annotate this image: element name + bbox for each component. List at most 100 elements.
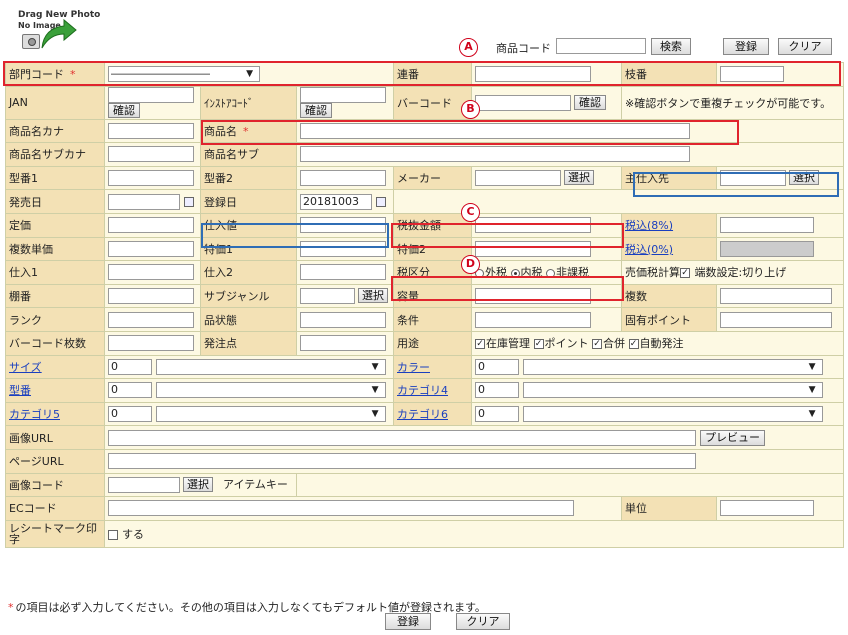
category6-select[interactable]: ▼ bbox=[522, 406, 823, 423]
branch-input[interactable] bbox=[720, 66, 784, 83]
special1-input[interactable] bbox=[300, 240, 386, 257]
image-code-label: 画像コード bbox=[5, 472, 105, 498]
category4-select[interactable]: ▼ bbox=[522, 382, 823, 399]
barcode-input[interactable] bbox=[475, 94, 571, 111]
receipt-mark-do-label: する bbox=[122, 527, 144, 541]
order-point-input[interactable] bbox=[300, 335, 386, 352]
usage-checkbox-auto-order[interactable]: ✓ bbox=[628, 339, 639, 350]
preview-button[interactable]: プレビュー bbox=[700, 429, 765, 446]
usage-checkbox-merge[interactable]: ✓ bbox=[592, 339, 602, 350]
tax-internal-radio[interactable] bbox=[510, 268, 520, 278]
terms-input[interactable] bbox=[475, 311, 591, 328]
category4-code-input[interactable]: 0 bbox=[475, 382, 519, 399]
model1-input[interactable] bbox=[108, 170, 194, 187]
fixed-points-input[interactable] bbox=[720, 311, 832, 328]
usage-checkbox-point[interactable]: ✓ bbox=[533, 339, 544, 350]
register-date-input[interactable]: 20181003 bbox=[300, 193, 372, 210]
search-button[interactable]: 検索 bbox=[651, 38, 691, 55]
size-code-input[interactable]: 0 bbox=[108, 358, 152, 375]
barcode-confirm-button[interactable]: 確認 bbox=[574, 94, 606, 110]
color-link[interactable]: カラー bbox=[393, 354, 472, 380]
image-code-input[interactable] bbox=[108, 477, 180, 494]
serial-input[interactable] bbox=[475, 66, 591, 83]
multi-price-input[interactable] bbox=[108, 240, 194, 257]
cost-price-label: 仕入値 bbox=[200, 212, 297, 238]
chevron-down-icon: ▼ bbox=[808, 409, 816, 420]
usage-checkbox-stock[interactable]: ✓ bbox=[475, 339, 485, 350]
color-code-input[interactable]: 0 bbox=[475, 358, 519, 375]
top-clear-button[interactable]: クリア bbox=[778, 38, 832, 55]
size-link[interactable]: サイズ bbox=[5, 354, 105, 380]
category6-code-input[interactable]: 0 bbox=[475, 406, 519, 423]
image-url-input[interactable] bbox=[108, 429, 696, 446]
clear-button[interactable]: クリア bbox=[456, 613, 510, 630]
model-link[interactable]: 型番 bbox=[5, 378, 105, 403]
receipt-mark-checkbox[interactable] bbox=[108, 529, 118, 540]
calendar-icon[interactable] bbox=[376, 196, 386, 207]
category4-link[interactable]: カテゴリ4 bbox=[393, 378, 472, 403]
item-key-label: アイテムキー bbox=[223, 478, 288, 492]
category5-link[interactable]: カテゴリ5 bbox=[5, 401, 105, 427]
shelf-input[interactable] bbox=[108, 288, 194, 305]
calendar-icon[interactable] bbox=[184, 196, 194, 207]
barcode-count-input[interactable] bbox=[108, 335, 194, 352]
page-url-input[interactable] bbox=[108, 453, 696, 470]
sale-tax-calc-checkbox[interactable]: ✓ bbox=[680, 268, 690, 279]
photo-drop-zone[interactable]: Drag New Photo No Image bbox=[18, 10, 100, 56]
required-mark: * bbox=[70, 68, 76, 82]
subname-input[interactable] bbox=[300, 146, 690, 163]
subgenre-select-button[interactable]: 選択 bbox=[358, 288, 388, 304]
dept-code-label: 部門コード * bbox=[5, 62, 105, 87]
name-kana-input[interactable] bbox=[108, 122, 194, 139]
annotation-badge-a: A bbox=[459, 38, 478, 57]
image-code-select-button[interactable]: 選択 bbox=[183, 477, 213, 493]
category5-select[interactable]: ▼ bbox=[155, 406, 386, 423]
register-button[interactable]: 登録 bbox=[385, 613, 431, 630]
size-select[interactable]: ▼ bbox=[155, 358, 386, 375]
tax-included-8-input[interactable] bbox=[720, 217, 814, 234]
list-price-input[interactable] bbox=[108, 217, 194, 234]
subgenre-input[interactable] bbox=[300, 288, 355, 305]
capacity-input[interactable] bbox=[475, 288, 591, 305]
instore-confirm-button[interactable]: 確認 bbox=[300, 103, 332, 119]
tax-included-0-link[interactable]: 税込(0%) bbox=[621, 236, 717, 262]
multiple-input[interactable] bbox=[720, 288, 832, 305]
maker-input[interactable] bbox=[475, 170, 561, 187]
subname-kana-input[interactable] bbox=[108, 146, 194, 163]
terms-label: 条件 bbox=[393, 307, 472, 332]
tax-exempt-radio[interactable] bbox=[546, 268, 555, 278]
product-code-input[interactable] bbox=[556, 38, 646, 54]
supplier-select-button[interactable]: 選択 bbox=[789, 170, 819, 186]
ec-code-input[interactable] bbox=[108, 500, 574, 517]
order-point-label: 発注点 bbox=[200, 330, 297, 356]
required-mark: * bbox=[8, 601, 14, 614]
special2-input[interactable] bbox=[475, 240, 591, 257]
maker-label: メーカー bbox=[393, 165, 472, 191]
main-supplier-input[interactable] bbox=[720, 170, 786, 187]
instore-code-input[interactable] bbox=[300, 87, 386, 104]
dept-code-select[interactable]: ――――――――― ▼ bbox=[108, 66, 260, 83]
category5-code-input[interactable]: 0 bbox=[108, 406, 152, 423]
cost-price-input[interactable] bbox=[300, 217, 386, 234]
purchase1-input[interactable] bbox=[108, 264, 194, 281]
model2-input[interactable] bbox=[300, 170, 386, 187]
jan-confirm-button[interactable]: 確認 bbox=[108, 103, 140, 119]
tax-included-8-link[interactable]: 税込(8%) bbox=[621, 212, 717, 238]
color-select[interactable]: ▼ bbox=[522, 358, 823, 375]
jan-input[interactable] bbox=[108, 87, 194, 104]
form-row-image-code: 画像コード 選択 アイテムキー bbox=[5, 472, 844, 498]
release-date-input[interactable] bbox=[108, 193, 180, 210]
unit-input[interactable] bbox=[720, 500, 814, 517]
top-register-button[interactable]: 登録 bbox=[723, 38, 769, 55]
form-row-prices: 定価 仕入値 税抜金額 税込(8%) bbox=[5, 212, 844, 238]
category6-link[interactable]: カテゴリ6 bbox=[393, 401, 472, 427]
model-code-input[interactable]: 0 bbox=[108, 382, 152, 399]
maker-select-button[interactable]: 選択 bbox=[564, 170, 594, 186]
rank-input[interactable] bbox=[108, 311, 194, 328]
fixed-points-label: 固有ポイント bbox=[621, 307, 717, 332]
condition-input[interactable] bbox=[300, 311, 386, 328]
purchase2-input[interactable] bbox=[300, 264, 386, 281]
tax-excluded-input[interactable] bbox=[475, 217, 591, 234]
model-select[interactable]: ▼ bbox=[155, 382, 386, 399]
product-name-input[interactable] bbox=[300, 122, 690, 139]
